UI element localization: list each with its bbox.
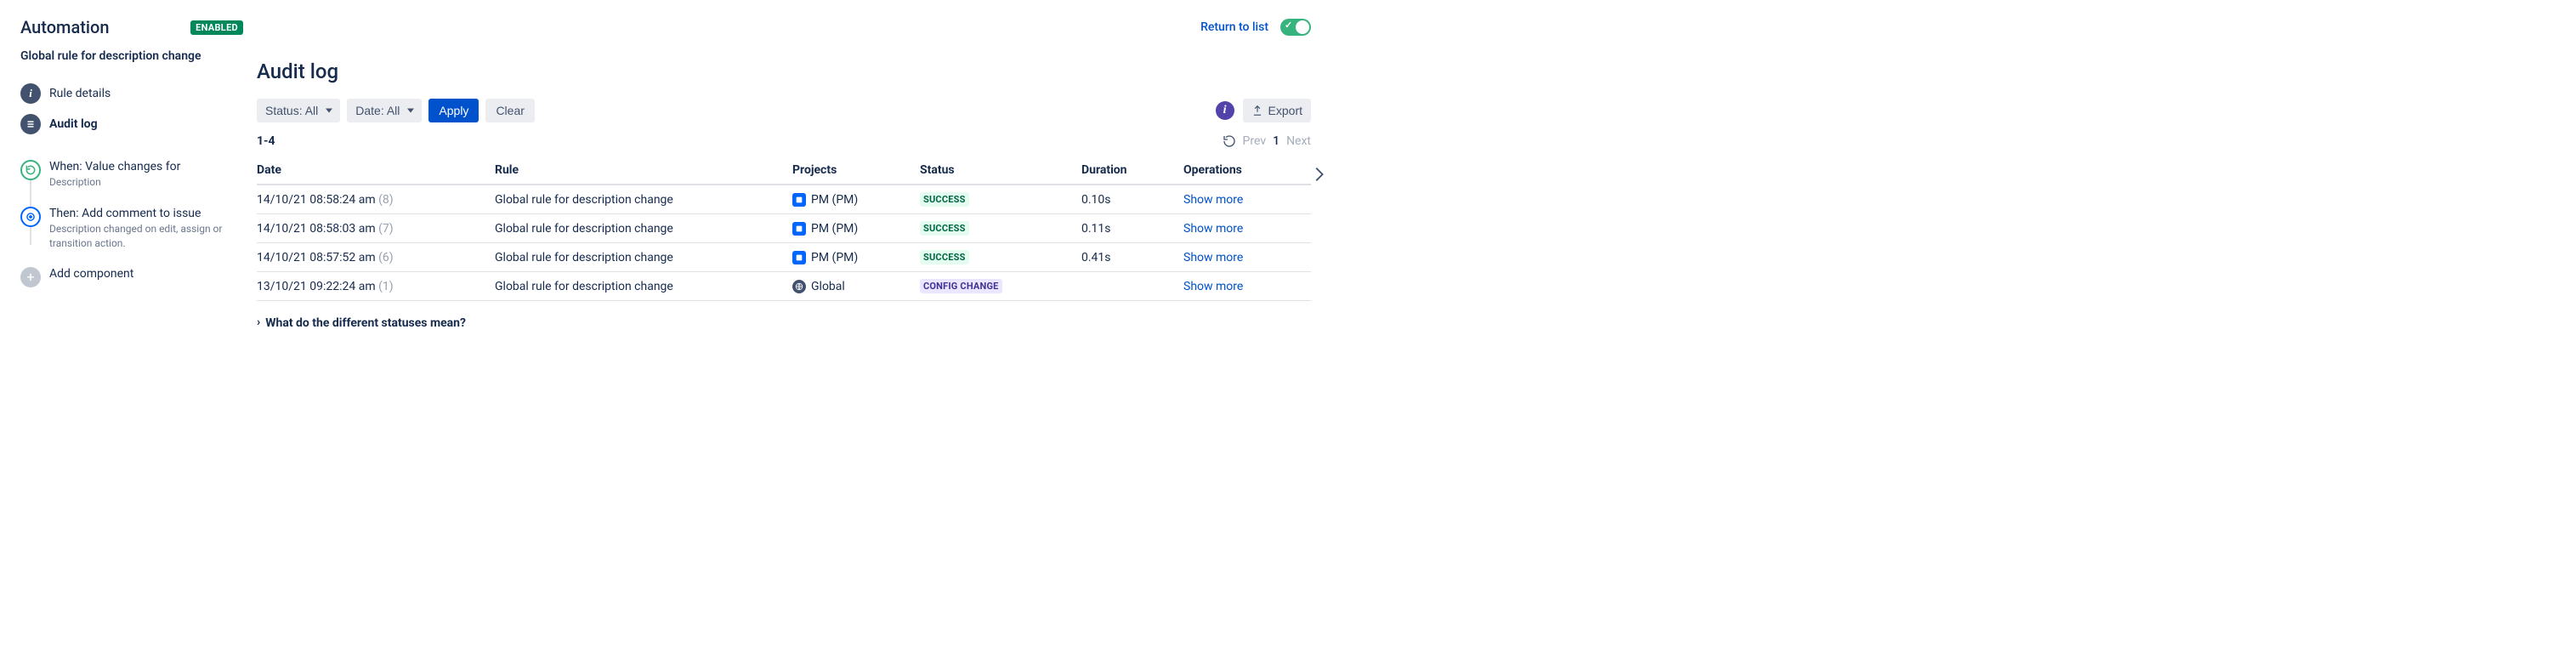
main-content: Return to list Audit log Status: All Dat… [250, 17, 1311, 330]
cell-status: CONFIG CHANGE [920, 272, 1081, 301]
sidebar-item-rule-details[interactable]: Rule details [20, 78, 243, 109]
show-more-link[interactable]: Show more [1183, 222, 1243, 236]
cell-status: SUCCESS [920, 243, 1081, 272]
cell-duration: 0.10s [1081, 185, 1183, 214]
section-heading: Audit log [257, 60, 1311, 83]
info-icon [20, 83, 41, 104]
pager-prev[interactable]: Prev [1243, 134, 1267, 148]
table-row: 14/10/21 08:58:03 am (7)Global rule for … [257, 214, 1311, 243]
table-row: 14/10/21 08:58:24 am (8)Global rule for … [257, 185, 1311, 214]
sidebar: Automation ENABLED Global rule for descr… [20, 17, 250, 330]
project-icon [792, 193, 806, 207]
apply-button[interactable]: Apply [428, 99, 479, 122]
cell-project: PM (PM) [792, 214, 920, 243]
col-operations: Operations [1183, 156, 1311, 185]
result-range: 1-4 [257, 134, 275, 148]
enabled-badge: ENABLED [190, 20, 243, 35]
add-component-label: Add component [49, 267, 243, 281]
show-more-link[interactable]: Show more [1183, 193, 1243, 207]
globe-icon [792, 280, 806, 293]
action-icon [20, 207, 41, 227]
cell-duration: 0.11s [1081, 214, 1183, 243]
cell-date: 13/10/21 09:22:24 am (1) [257, 272, 495, 301]
add-component-button[interactable]: + Add component [20, 262, 243, 299]
sidebar-item-label: Rule details [49, 87, 111, 100]
col-rule: Rule [495, 156, 792, 185]
scroll-right-button[interactable] [1309, 162, 1328, 190]
pagination: Prev 1 Next [1223, 134, 1311, 148]
pager-page: 1 [1273, 134, 1279, 148]
timeline-desc: Description changed on edit, assign or t… [49, 222, 243, 251]
status-badge: SUCCESS [920, 250, 969, 264]
info-icon[interactable]: i [1216, 101, 1234, 120]
cell-duration [1081, 272, 1183, 301]
col-status: Status [920, 156, 1081, 185]
status-badge: CONFIG CHANGE [920, 279, 1002, 293]
table-row: 14/10/21 08:57:52 am (6)Global rule for … [257, 243, 1311, 272]
project-icon [792, 222, 806, 236]
event-count: (1) [378, 280, 394, 293]
return-to-list-link[interactable]: Return to list [1200, 20, 1268, 34]
status-filter-dropdown[interactable]: Status: All [257, 99, 340, 122]
cell-rule: Global rule for description change [495, 272, 792, 301]
cell-rule: Global rule for description change [495, 214, 792, 243]
list-icon [20, 114, 41, 134]
rule-enabled-toggle[interactable] [1280, 19, 1311, 36]
status-badge: SUCCESS [920, 192, 969, 207]
chevron-right-icon [1309, 162, 1328, 187]
show-more-link[interactable]: Show more [1183, 251, 1243, 264]
timeline-title: When: Value changes for [49, 160, 243, 173]
refresh-icon[interactable] [1223, 134, 1236, 148]
event-count: (7) [378, 222, 394, 236]
export-label: Export [1268, 104, 1302, 117]
status-badge: SUCCESS [920, 221, 969, 236]
cell-date: 14/10/21 08:58:03 am (7) [257, 214, 495, 243]
event-count: (8) [378, 193, 394, 207]
cell-project: PM (PM) [792, 185, 920, 214]
pager-next[interactable]: Next [1286, 134, 1311, 148]
date-filter-dropdown[interactable]: Date: All [347, 99, 422, 122]
show-more-link[interactable]: Show more [1183, 280, 1243, 293]
timeline-then[interactable]: Then: Add comment to issue Description c… [20, 202, 243, 263]
sidebar-item-audit-log[interactable]: Audit log [20, 109, 243, 139]
cell-rule: Global rule for description change [495, 185, 792, 214]
cell-date: 14/10/21 08:58:24 am (8) [257, 185, 495, 214]
trigger-icon [20, 160, 41, 180]
rule-name: Global rule for description change [20, 49, 243, 63]
event-count: (6) [378, 251, 394, 264]
page-title: Automation [20, 17, 110, 37]
col-date: Date [257, 156, 495, 185]
cell-project: Global [792, 272, 920, 301]
col-projects: Projects [792, 156, 920, 185]
audit-log-table: Date Rule Projects Status Duration Opera… [257, 156, 1311, 301]
timeline-when[interactable]: When: Value changes for Description [20, 155, 243, 202]
upload-icon [1251, 105, 1263, 117]
cell-status: SUCCESS [920, 214, 1081, 243]
cell-project: PM (PM) [792, 243, 920, 272]
timeline-desc: Description [49, 175, 243, 190]
cell-status: SUCCESS [920, 185, 1081, 214]
export-button[interactable]: Export [1243, 99, 1311, 122]
cell-duration: 0.41s [1081, 243, 1183, 272]
sidebar-item-label: Audit log [49, 117, 98, 131]
project-icon [792, 251, 806, 264]
clear-button[interactable]: Clear [485, 99, 534, 122]
timeline-title: Then: Add comment to issue [49, 207, 243, 220]
table-row: 13/10/21 09:22:24 am (1)Global rule for … [257, 272, 1311, 301]
col-duration: Duration [1081, 156, 1183, 185]
cell-date: 14/10/21 08:57:52 am (6) [257, 243, 495, 272]
cell-rule: Global rule for description change [495, 243, 792, 272]
status-help-disclosure[interactable]: What do the different statuses mean? [257, 316, 1311, 330]
plus-icon: + [20, 267, 41, 287]
